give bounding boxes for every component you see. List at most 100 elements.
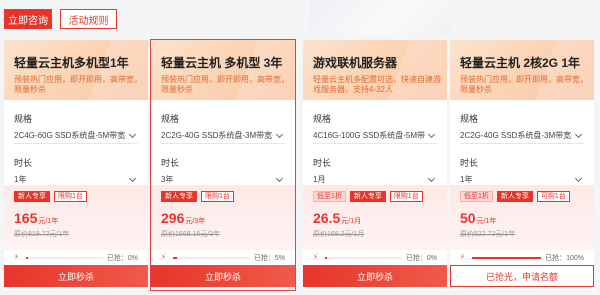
price-unit: 元/3年 [185,218,206,225]
card-description: 预装热门应用，即开即用，高带宽，限量秒杀 [460,75,588,94]
progress-fill [173,257,177,259]
price-box: 低至1折 新人专享 限购1台 26.5元/1月 原价168.2元/1月 [303,185,447,250]
card-header: 轻量云主机多机型1年 预装热门应用，即开即用，高带宽，限量秒杀 [4,40,148,100]
sold-progress: ⚡ 已抢：0% [4,251,148,265]
sold-progress: ⚡ 已抢：0% [303,251,447,265]
buy-now-button[interactable]: 立即秒杀 [303,265,447,287]
spec-select[interactable]: 4C16G-100G SSD系统盘-5M带宽- [313,130,437,144]
bolt-icon: ⚡ [14,254,19,261]
price-box: 低至1折 新人专享 可购1台 50元/1年 原价522.72元/1年 [450,185,594,250]
original-price: 原价522.72元/1年 [460,231,516,238]
duration-value: 1年 [460,175,473,184]
top-bar: 立即咨询 活动规则 [0,0,600,34]
chevron-down-icon [574,130,583,138]
progress-track [173,257,250,259]
sold-label: 已抢：100% [545,255,584,262]
sold-label: 已抢：5% [253,255,285,262]
price-box: 新人专享 限购1台 296元/3年 原价1568.16元/3年 [151,185,295,250]
banner-decoration [310,0,450,34]
tag-limit: 限购1台 [389,191,423,202]
progress-track [472,257,542,259]
card-description: 预装热门应用，即开即用，高带宽，限量秒杀 [161,75,289,94]
tag-new-user: 新人专享 [14,191,50,202]
price-unit: 元/1年 [38,218,59,225]
chevron-down-icon [275,174,284,182]
sold-progress: ⚡ 已抢：100% [450,251,594,265]
tag-discount: 低至1折 [460,191,493,202]
card-description: 预装热门应用，即开即用，高带宽，限量秒杀 [14,75,142,94]
progress-fill [26,257,29,259]
tag-new-user: 新人专享 [349,191,386,202]
chevron-down-icon [275,130,284,138]
chevron-down-icon [128,174,137,182]
price-unit: 元/1年 [476,218,497,225]
tag-limit: 限购1台 [54,191,87,202]
card-title: 轻量云主机多机型1年 [14,56,129,70]
duration-label: 时长 [460,158,479,168]
product-card: 游戏联机服务器 轻量云主机多配置可选，快速自建游戏服务器，支持4-32人 规格 … [303,40,447,290]
spec-value: 2C2G-40G SSD系统盘-3M带宽-20 [161,131,273,140]
card-header: 轻量云主机 2核2G 1年 预装热门应用，即开即用，高带宽，限量秒杀 [450,40,594,100]
card-description: 轻量云主机多配置可选，快速自建游戏服务器，支持4-32人 [313,75,441,94]
buy-now-button[interactable]: 立即秒杀 [151,265,295,287]
spec-label: 规格 [460,114,479,124]
spec-value: 2C4G-60G SSD系统盘-5M带宽-50 [14,131,126,140]
card-header: 轻量云主机 多机型 3年 预装热门应用，即开即用，高带宽，限量秒杀 [151,40,295,100]
chevron-down-icon [427,130,436,138]
spec-select[interactable]: 2C4G-60G SSD系统盘-5M带宽-50 [14,130,138,144]
spec-select[interactable]: 2C2G-40G SSD系统盘-3M带宽-20 [161,130,285,144]
price-value: 296 [161,210,185,226]
sold-progress: ⚡ 已抢：5% [151,251,295,265]
progress-fill [472,257,542,259]
apply-quota-button[interactable]: 已抢光，申请名额 [450,265,594,287]
sold-label: 已抢：0% [405,255,437,262]
duration-label: 时长 [313,158,332,168]
spec-label: 规格 [313,114,332,124]
chevron-down-icon [128,130,137,138]
price-unit: 元/1月 [341,218,362,225]
tag-new-user: 新人专享 [496,191,533,202]
price-value: 165 [14,210,38,226]
price: 50元/1年 [460,210,584,228]
sold-label: 已抢：0% [106,255,138,262]
bolt-icon: ⚡ [460,254,465,261]
card-title: 游戏联机服务器 [313,56,398,70]
price: 26.5元/1月 [313,210,437,228]
original-price: 原价819.72元/1年 [14,231,70,238]
price-box: 新人专享 限购1台 165元/1年 原价819.72元/1年 [4,185,148,250]
progress-fill [325,257,328,259]
duration-value: 3年 [161,175,174,184]
tag-new-user: 新人专享 [161,191,197,202]
price: 165元/1年 [14,210,138,228]
chevron-down-icon [427,174,436,182]
duration-label: 时长 [14,158,33,168]
product-card: 轻量云主机 2核2G 1年 预装热门应用，即开即用，高带宽，限量秒杀 规格 2C… [450,40,594,290]
tag-discount: 低至1折 [313,191,346,202]
progress-track [325,257,402,259]
price-value: 26.5 [313,210,341,226]
consult-button[interactable]: 立即咨询 [4,9,52,29]
spec-label: 规格 [161,114,180,124]
card-title: 轻量云主机 多机型 3年 [161,56,283,70]
product-card: 轻量云主机 多机型 3年 预装热门应用，即开即用，高带宽，限量秒杀 规格 2C2… [150,39,296,291]
spec-value: 4C16G-100G SSD系统盘-5M带宽- [313,131,425,140]
spec-label: 规格 [14,114,33,124]
card-title: 轻量云主机 2核2G 1年 [460,56,581,70]
price: 296元/3年 [161,210,285,228]
tag-limit: 可购1台 [536,191,570,202]
original-price: 原价1568.16元/3年 [161,231,221,238]
product-card: 轻量云主机多机型1年 预装热门应用，即开即用，高带宽，限量秒杀 规格 2C4G-… [4,40,148,290]
buy-now-button[interactable]: 立即秒杀 [4,265,148,287]
spec-select[interactable]: 2C2G-40G SSD系统盘-3M带宽-20 [460,130,584,144]
spec-value: 2C2G-40G SSD系统盘-3M带宽-20 [460,131,572,140]
card-header: 游戏联机服务器 轻量云主机多配置可选，快速自建游戏服务器，支持4-32人 [303,40,447,100]
price-value: 50 [460,210,476,226]
bolt-icon: ⚡ [161,254,166,261]
duration-value: 1月 [313,175,326,184]
duration-value: 1年 [14,175,27,184]
progress-track [26,257,103,259]
activity-rules-button[interactable]: 活动规则 [60,9,117,29]
duration-label: 时长 [161,158,180,168]
tag-limit: 限购1台 [201,191,234,202]
bolt-icon: ⚡ [313,254,318,261]
